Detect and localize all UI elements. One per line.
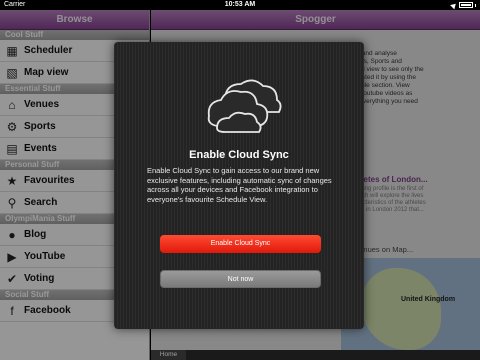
battery-icon bbox=[459, 2, 473, 8]
dialog-title: Enable Cloud Sync bbox=[189, 149, 289, 161]
status-bar: Carrier 10:53 AM bbox=[0, 0, 480, 10]
clock: 10:53 AM bbox=[224, 1, 256, 8]
cloud-icon bbox=[207, 79, 282, 133]
dialog-message: Enable Cloud Sync to gain access to our … bbox=[147, 166, 332, 204]
enable-cloud-sync-button[interactable]: Enable Cloud Sync bbox=[160, 235, 321, 253]
battery-indicator bbox=[450, 1, 476, 9]
location-arrow-icon bbox=[450, 1, 458, 9]
cloud-sync-dialog: Enable Cloud Sync Enable Cloud Sync to g… bbox=[114, 42, 364, 329]
not-now-button[interactable]: Not now bbox=[160, 270, 321, 288]
